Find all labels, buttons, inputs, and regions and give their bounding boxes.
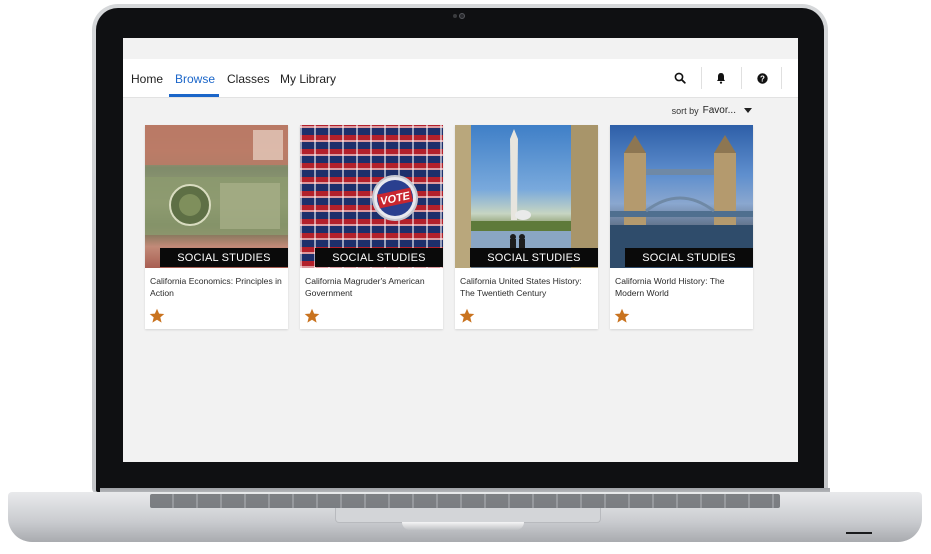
vote-button-icon: VOTE SOCIAL STUDIES <box>300 125 443 268</box>
chevron-down-icon <box>744 108 752 113</box>
category-label: SOCIAL STUDIES <box>470 248 598 267</box>
book-title: California Magruder's American Governmen… <box>305 276 425 298</box>
favorite-star-icon[interactable] <box>614 308 630 324</box>
sort-label: sort by <box>671 105 699 116</box>
favorite-star-icon[interactable] <box>149 308 165 324</box>
book-card[interactable]: VOTE SOCIAL STUDIES California Magruder'… <box>300 125 443 329</box>
search-icon[interactable] <box>672 70 688 86</box>
category-label: SOCIAL STUDIES <box>160 248 288 267</box>
bell-icon[interactable] <box>713 70 729 86</box>
status-led <box>846 532 872 534</box>
lid-notch <box>402 522 524 530</box>
svg-text:?: ? <box>760 74 765 83</box>
favorite-star-icon[interactable] <box>459 308 475 324</box>
top-navbar: Home Browse Classes My Library ? <box>123 59 798 98</box>
category-label: SOCIAL STUDIES <box>315 248 443 267</box>
trackpad <box>335 508 601 523</box>
tab-home[interactable]: Home <box>131 72 163 86</box>
sort-dropdown[interactable]: sort by Favor... <box>672 105 752 116</box>
book-card[interactable]: SOCIAL STUDIES California Economics: Pri… <box>145 125 288 329</box>
tab-my-library[interactable]: My Library <box>280 72 336 86</box>
nav-divider <box>781 67 782 89</box>
book-card[interactable]: SOCIAL STUDIES California United States … <box>455 125 598 329</box>
monument-icon: SOCIAL STUDIES <box>455 125 598 268</box>
book-card[interactable]: SOCIAL STUDIES California World History:… <box>610 125 753 329</box>
keyboard <box>150 494 780 508</box>
camera-icon <box>453 13 465 19</box>
sort-value: Favor... <box>702 105 736 116</box>
tab-classes[interactable]: Classes <box>227 72 270 86</box>
book-title: California United States History: The Tw… <box>460 276 582 298</box>
tower-bridge-icon: SOCIAL STUDIES <box>610 125 753 268</box>
book-title: California World History: The Modern Wor… <box>615 276 725 298</box>
nav-divider <box>701 67 702 89</box>
category-label: SOCIAL STUDIES <box>625 248 753 267</box>
favorite-star-icon[interactable] <box>304 308 320 324</box>
screen: Home Browse Classes My Library ? sort by… <box>123 38 798 462</box>
tab-browse[interactable]: Browse <box>175 72 215 86</box>
book-title: California Economics: Principles in Acti… <box>150 276 282 298</box>
active-tab-indicator <box>169 94 219 97</box>
help-icon[interactable]: ? <box>754 70 770 86</box>
money-icon: SOCIAL STUDIES <box>145 125 288 268</box>
nav-divider <box>741 67 742 89</box>
